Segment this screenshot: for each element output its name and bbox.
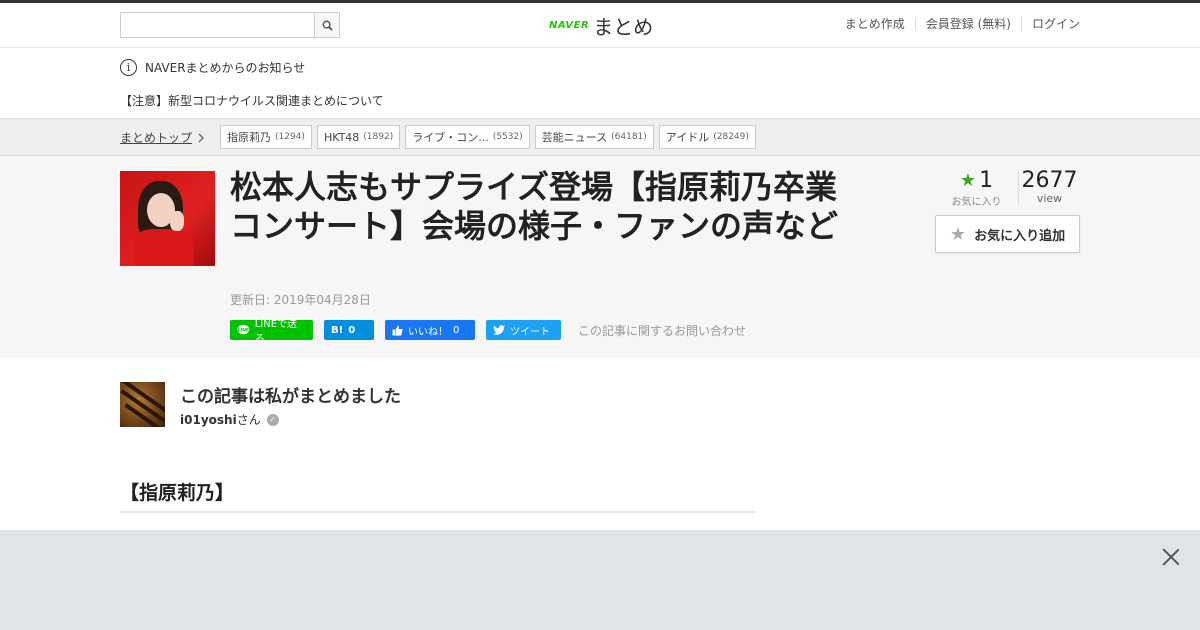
share-buttons: LINE LINEで送る B! 0 いいね！ 0 ツイート この記事に関するお問… <box>230 319 746 345</box>
notice-header[interactable]: i NAVERまとめからのお知らせ <box>120 59 305 76</box>
search-button[interactable] <box>314 13 339 37</box>
tag-list: 指原莉乃 (1294) HKT48 (1892) ライブ・コン... (5532) 芸… <box>220 125 756 149</box>
author-name[interactable]: i01yoshi <box>180 413 237 427</box>
star-icon: ★ <box>959 170 977 191</box>
thumbs-up-icon <box>392 325 403 336</box>
tag-count: (1294) <box>275 132 305 142</box>
favorite-count: ★ 1 お気に入り <box>935 168 1018 208</box>
info-icon: i <box>120 59 137 76</box>
avatar[interactable] <box>120 382 165 427</box>
tag-count: (64181) <box>611 132 647 142</box>
logo-text: まとめ <box>593 15 654 39</box>
close-icon[interactable] <box>1162 548 1180 566</box>
twitter-bird-icon <box>493 325 505 335</box>
login-link[interactable]: ログイン <box>1020 17 1080 31</box>
add-favorite-button[interactable]: ★ お気に入り追加 <box>935 215 1080 253</box>
view-label: view <box>1036 192 1063 205</box>
tag-count: (5532) <box>492 132 523 142</box>
article-header: 松本人志もサプライズ登場【指原莉乃卒業コンサート】会場の様子・ファンの声など 更… <box>0 156 1200 358</box>
breadcrumb-bar: まとめトップ 指原莉乃 (1294) HKT48 (1892) ライブ・コン...(… <box>0 118 1200 156</box>
line-share-label: LINEで送る <box>254 319 298 345</box>
article-title: 松本人志もサプライズ登場【指原莉乃卒業コンサート】会場の様子・ファンの声など <box>230 168 839 245</box>
site-logo[interactable]: NAVER まとめ <box>549 11 653 40</box>
tweet-label: ツイート <box>510 326 550 338</box>
create-matome-link[interactable]: まとめ作成 <box>835 17 915 31</box>
tag-label: アイドル <box>665 131 710 144</box>
verified-check-icon: ✓ <box>266 413 279 426</box>
hatena-count: 0 <box>348 324 356 336</box>
tag-sashihara[interactable]: 指原莉乃 (1294) <box>220 125 312 149</box>
breadcrumb-top-label: まとめトップ <box>120 131 193 145</box>
tag-count: (28249) <box>713 132 749 142</box>
search-input[interactable] <box>121 13 314 37</box>
add-favorite-label: お気に入り追加 <box>974 228 1066 244</box>
favorite-number: 1 <box>979 168 994 193</box>
facebook-like-count: 0 <box>453 324 460 336</box>
author-heading: この記事は私がまとめました <box>180 387 401 407</box>
tag-entertainment-news[interactable]: 芸能ニュース (64181) <box>534 125 654 149</box>
tag-label: HKT48 <box>323 130 360 144</box>
svg-text:LINE: LINE <box>238 327 249 333</box>
article-thumbnail <box>120 171 215 266</box>
author-name-row: i01yoshiさん ✓ <box>180 411 279 428</box>
register-link[interactable]: 会員登録 (無料) <box>914 17 1021 31</box>
search-box <box>120 12 340 38</box>
tag-label: 芸能ニュース <box>541 131 608 144</box>
view-count: 2677 view <box>1018 170 1080 205</box>
notice-title: NAVERまとめからのお知らせ <box>145 61 306 75</box>
search-icon <box>322 20 333 31</box>
section-heading: 【指原莉乃】 <box>120 478 755 513</box>
hatena-bookmark-button[interactable]: B! 0 <box>324 320 374 340</box>
tag-label: ライブ・コン... <box>412 131 489 144</box>
tag-live-concert[interactable]: ライブ・コン... (5532) <box>405 125 530 149</box>
tag-hkt48[interactable]: HKT48 (1892) <box>316 125 401 149</box>
updated-date: 更新日: 2019年04月28日 <box>230 293 371 307</box>
facebook-like-button[interactable]: いいね！ 0 <box>385 320 475 340</box>
line-share-button[interactable]: LINE LINEで送る <box>230 319 313 345</box>
inquiry-link[interactable]: この記事に関するお問い合わせ <box>578 322 746 339</box>
ad-overlay <box>0 530 1200 630</box>
view-number: 2677 <box>1021 168 1078 193</box>
favorite-label: お気に入り <box>951 197 1002 208</box>
notice-link[interactable]: 【注意】新型コロナウイルス関連まとめについて <box>120 92 384 109</box>
chevron-right-icon <box>198 133 204 142</box>
tag-count: (1892) <box>363 132 394 142</box>
breadcrumb-top-link[interactable]: まとめトップ <box>120 129 205 146</box>
site-header: NAVER まとめ まとめ作成 会員登録 (無料) ログイン <box>0 3 1200 48</box>
tag-idol[interactable]: アイドル (28249) <box>658 125 756 149</box>
tag-label: 指原莉乃 <box>227 131 271 144</box>
star-outline-icon: ★ <box>949 223 967 245</box>
header-links: まとめ作成 会員登録 (無料) ログイン <box>835 17 1080 31</box>
notice-area: i NAVERまとめからのお知らせ 【注意】新型コロナウイルス関連まとめについて <box>0 48 1200 118</box>
facebook-like-label: いいね！ <box>408 326 448 338</box>
author-suffix: さん <box>236 413 261 427</box>
line-icon: LINE <box>237 324 250 335</box>
logo-brand: NAVER <box>549 20 590 31</box>
tweet-button[interactable]: ツイート <box>486 320 561 340</box>
hatena-icon: B! <box>331 324 344 336</box>
